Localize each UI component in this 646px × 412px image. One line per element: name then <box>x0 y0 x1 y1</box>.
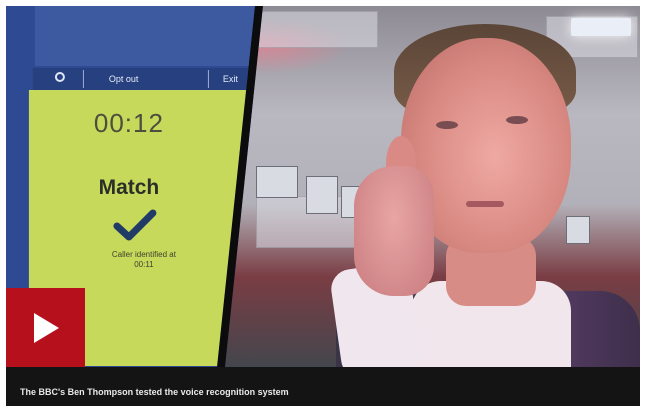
video-still[interactable]: Opt out Exit 00:12 Match Caller identifi… <box>6 6 640 367</box>
person-eye <box>436 121 458 129</box>
screen-header <box>34 6 266 66</box>
ceiling-light <box>571 18 631 36</box>
person-mouth <box>466 201 504 207</box>
call-timer: 00:12 <box>93 108 164 138</box>
checkmark-icon <box>113 209 157 241</box>
light-fixture <box>256 166 298 198</box>
video-player[interactable]: Opt out Exit 00:12 Match Caller identifi… <box>6 6 640 406</box>
match-status: Match <box>98 176 160 199</box>
power-icon <box>54 72 65 82</box>
exit-button: Exit <box>222 74 238 84</box>
play-button[interactable] <box>6 288 85 367</box>
toolbar-divider <box>207 70 209 88</box>
person-hand-phone <box>354 166 434 296</box>
light-fixture <box>566 216 590 244</box>
caller-identified-time: 00:11 <box>134 260 154 269</box>
caller-identified-line: Caller identified at <box>111 250 176 259</box>
video-caption: The BBC's Ben Thompson tested the voice … <box>20 387 289 397</box>
play-icon <box>34 313 59 343</box>
person-eye <box>506 116 528 124</box>
screen-toolbar: Opt out Exit <box>32 68 266 90</box>
opt-out-button: Opt out <box>108 74 139 84</box>
light-fixture <box>306 176 338 214</box>
ceiling-panel <box>256 11 378 48</box>
toolbar-divider <box>82 70 84 88</box>
caller-identified-text: Caller identified at 00:11 <box>89 250 199 270</box>
